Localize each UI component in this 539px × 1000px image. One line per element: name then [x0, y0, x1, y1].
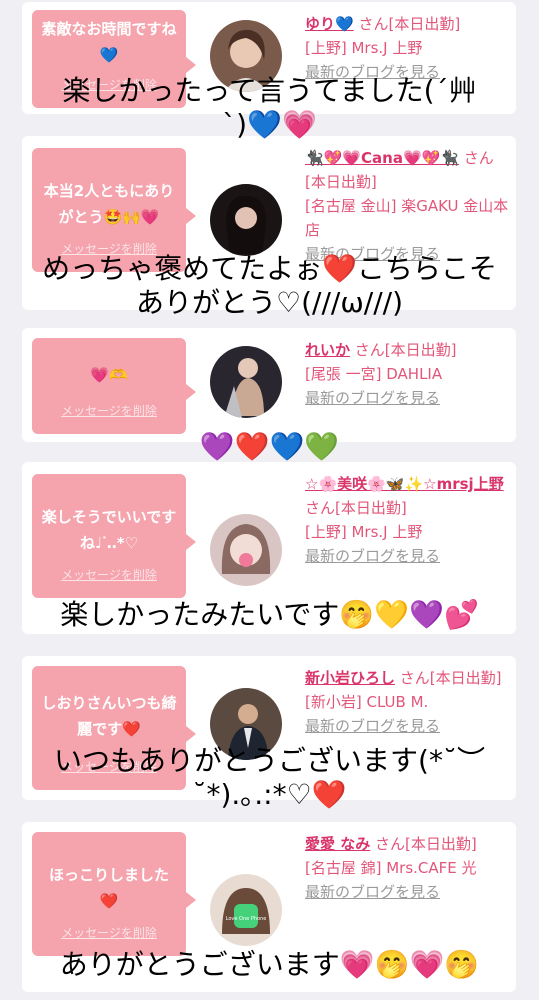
message-text: 楽しそうでいいですね♩ᐝ‥*♡ [41, 508, 177, 552]
delete-message-link[interactable]: メッセージを削除 [32, 562, 186, 588]
cast-status: さん[本日出勤] [305, 499, 407, 517]
blog-link[interactable]: 最新のブログを見る [305, 544, 510, 568]
shop-name: [新小岩] CLUB M. [305, 693, 429, 711]
caption-overlay: ありがとうございます💗🤭💗🤭 [0, 948, 539, 982]
shop-name: [名古屋 金山] 楽GAKU 金山本店 [305, 197, 509, 239]
avatar[interactable] [210, 514, 282, 586]
caption-line: めっちゃ褒めてたよぉ❤️こちらこそ [42, 252, 497, 285]
cast-status: さん[本日出勤] [399, 669, 502, 687]
message-text: 本当2人ともにありがとう🤩🙌💗 [43, 182, 175, 226]
blog-link[interactable]: 最新のブログを見る [305, 714, 510, 738]
blog-link[interactable]: 最新のブログを見る [305, 386, 510, 410]
caption-overlay: めっちゃ褒めてたよぉ❤️こちらこそ ありがとう♡(///ω///) [0, 252, 539, 320]
caption-line: ˘*).｡.:*♡❤️ [192, 778, 347, 811]
avatar[interactable]: Love One Phone [210, 874, 282, 946]
message-text: 💗🫶 [90, 366, 128, 384]
shop-name: [名古屋 錦] Mrs.CAFE 光 [305, 859, 477, 877]
cast-name-link[interactable]: 新小岩ひろし [305, 669, 395, 687]
message-bubble: 💗🫶 メッセージを削除 [32, 338, 196, 434]
cast-status: さん[本日出勤] [375, 835, 477, 853]
caption-overlay: いつもありがとうございます(*˘︶ ˘*).｡.:*♡❤️ [0, 744, 539, 812]
message-bubble: ほっこりしました❤️ メッセージを削除 [32, 832, 196, 956]
blog-link[interactable]: 最新のブログを見る [305, 880, 510, 904]
cast-info: ☆🌸美咲🌸🦋✨☆mrsj上野 さん[本日出勤] [上野] Mrs.J 上野 最新… [305, 472, 510, 568]
cast-name-link[interactable]: ゆり💙 [305, 15, 354, 33]
cast-info: 🐈‍⬛💖💗Cana💗💖🐈‍⬛ さん[本日出勤] [名古屋 金山] 楽GAKU 金… [305, 146, 510, 266]
delete-message-link[interactable]: メッセージを削除 [32, 920, 186, 946]
delete-message-link[interactable]: メッセージを削除 [32, 398, 186, 424]
message-text: 素敵なお時間ですね💙 [41, 20, 177, 64]
caption-line: ありがとうございます💗🤭💗🤭 [59, 948, 480, 981]
avatar-badge-text: Love One Phone [226, 916, 267, 922]
caption-overlay: 楽しかったって言うてました(´艸 `)💙💗 [0, 74, 539, 142]
cast-status: さん[本日出勤] [354, 341, 457, 359]
message-card: 💗🫶 メッセージを削除 れいか さん[本日出勤] [尾張 一宮] DAHLIA … [22, 328, 516, 442]
shop-name: [上野] Mrs.J 上野 [305, 39, 423, 57]
cast-name-link[interactable]: 愛愛 なみ [305, 835, 370, 853]
caption-line: `)💙💗 [222, 108, 317, 141]
avatar[interactable] [210, 184, 282, 256]
avatar[interactable] [210, 346, 282, 418]
caption-line: ありがとう♡(///ω///) [136, 286, 403, 319]
caption-line: 楽しかったみたいです🤭💛💜💕 [60, 598, 479, 631]
message-bubble: 楽しそうでいいですね♩ᐝ‥*♡ メッセージを削除 [32, 474, 196, 598]
caption-line: 楽しかったって言うてました(´艸 [62, 74, 477, 107]
shop-name: [上野] Mrs.J 上野 [305, 523, 423, 541]
message-text: ほっこりしました❤️ [48, 866, 169, 910]
cast-info: 新小岩ひろし さん[本日出勤] [新小岩] CLUB M. 最新のブログを見る [305, 666, 510, 738]
cast-name-link[interactable]: れいか [305, 341, 350, 359]
hearts-line: 💜❤️💙💚 [199, 430, 340, 463]
cast-name-link[interactable]: ☆🌸美咲🌸🦋✨☆mrsj上野 [305, 475, 504, 493]
cast-info: 愛愛 なみ さん[本日出勤] [名古屋 錦] Mrs.CAFE 光 最新のブログ… [305, 832, 510, 904]
cast-name-link[interactable]: 🐈‍⬛💖💗Cana💗💖🐈‍⬛ [305, 149, 459, 167]
caption-overlay: 楽しかったみたいです🤭💛💜💕 [0, 598, 539, 632]
caption-line: いつもありがとうございます(*˘︶ [54, 744, 485, 777]
cast-status: さん[本日出勤] [358, 15, 461, 33]
cast-info: れいか さん[本日出勤] [尾張 一宮] DAHLIA 最新のブログを見る [305, 338, 510, 410]
hearts-overlay: 💜❤️💙💚 [0, 430, 539, 464]
message-text: しおりさんいつも綺麗です❤️ [41, 694, 177, 738]
shop-name: [尾張 一宮] DAHLIA [305, 365, 443, 383]
